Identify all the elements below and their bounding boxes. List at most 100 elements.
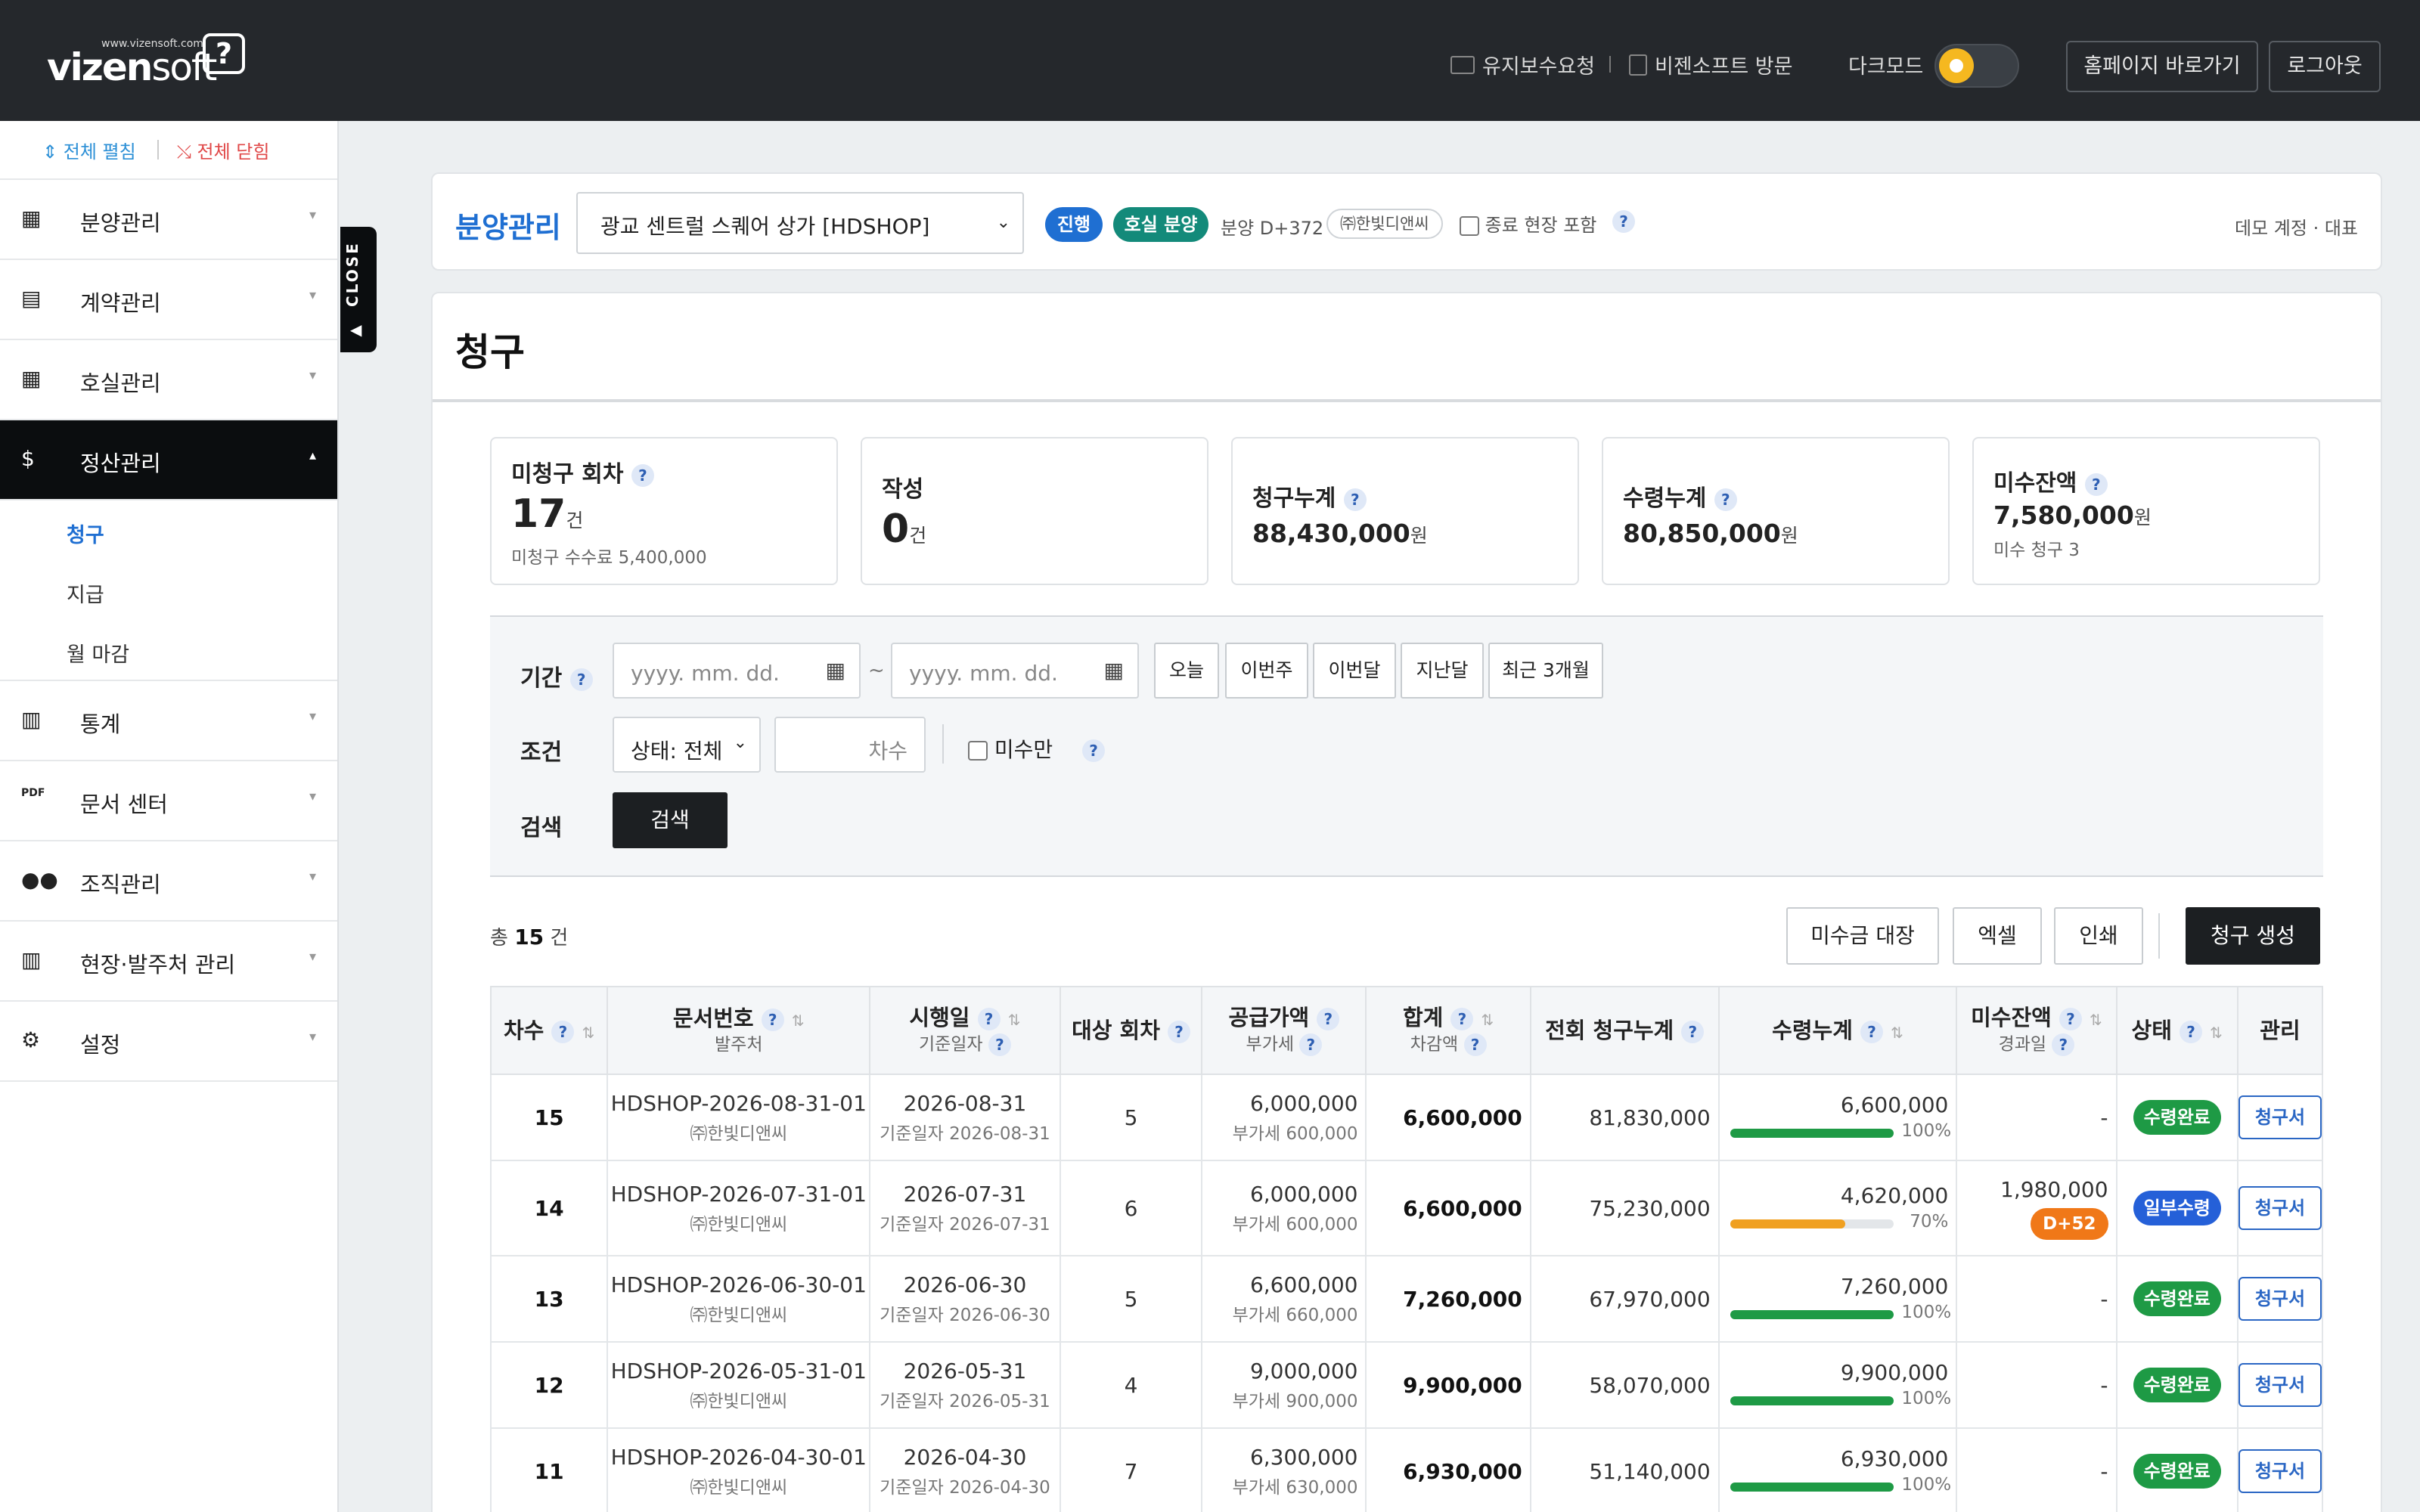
sidebar-subitem-payment[interactable]: 지급 (0, 560, 337, 620)
cell-supply: 6,600,000 부가세 660,000 (1201, 1255, 1367, 1343)
cell-manage: 청구서 (2236, 1427, 2324, 1512)
sidebar-item-organization[interactable]: ●● 조직관리 ▾ (0, 841, 337, 922)
help-icon[interactable]: ? (1343, 488, 1367, 511)
help-icon[interactable]: ? (2052, 1033, 2075, 1057)
col-round[interactable]: 차수 ? ⇅ (489, 986, 609, 1075)
arrears-ledger-button[interactable]: 미수금 대장 (1786, 907, 1939, 965)
darkmode-toggle[interactable] (1934, 44, 2019, 88)
sidebar-item-units[interactable]: ▦ 호실관리 ▾ (0, 340, 337, 420)
invoice-button[interactable]: 청구서 (2238, 1095, 2322, 1139)
help-icon[interactable]: ? (1450, 1007, 1474, 1030)
table-row[interactable]: 14 HDSHOP-2026-07-31-01 ㈜한빛디앤씨 2026-07-31 기준… (489, 1160, 2324, 1256)
table-row[interactable]: 15 HDSHOP-2026-08-31-01 ㈜한빛디앤씨 2026-08-31 기준… (489, 1074, 2324, 1161)
sidebar-item-settlement[interactable]: $ 정산관리 ▴ (0, 420, 337, 500)
help-icon[interactable]: ? (2084, 472, 2108, 496)
quick-3-months-button[interactable]: 최근 3개월 (1488, 643, 1603, 699)
unpaid-only-checkbox[interactable] (968, 741, 988, 761)
sidebar-subitem-billing[interactable]: 청구 (0, 500, 337, 560)
maintenance-request-link[interactable]: 유지보수요청 (1450, 50, 1595, 79)
help-icon[interactable]: ? (761, 1008, 784, 1031)
homepage-button[interactable]: 홈페이지 바로가기 (2066, 41, 2258, 92)
cell-target: 5 (1059, 1074, 1203, 1161)
site-select[interactable]: 광교 센트럴 스퀘어 상가 [HDSHOP] ⌄ (576, 192, 1024, 254)
cell-manage: 청구서 (2236, 1255, 2324, 1343)
invoice-button[interactable]: 청구서 (2238, 1363, 2322, 1407)
help-icon[interactable]: ? (1463, 1033, 1487, 1057)
invoice-button[interactable]: 청구서 (2238, 1449, 2322, 1493)
sidebar-close-tab[interactable]: CLOSE ◀ (340, 227, 377, 352)
help-icon[interactable]: ? (631, 463, 654, 487)
vizensoft-logo[interactable]: www.vizensoft.com vizensoft ? (47, 32, 251, 89)
round-input[interactable]: 차수 (774, 717, 926, 773)
site-header-panel: 분양관리 광교 센트럴 스퀘어 상가 [HDSHOP] ⌄ 진행 호실 분양 분… (431, 172, 2382, 271)
card-billed-total: 청구누계 ? 88,430,000원 (1231, 437, 1579, 585)
search-button[interactable]: 검색 (613, 792, 728, 848)
sidebar-item-contracts[interactable]: ▤ 계약관리 ▾ (0, 260, 337, 340)
invoice-button[interactable]: 청구서 (2238, 1277, 2322, 1321)
quick-today-button[interactable]: 오늘 (1154, 643, 1219, 699)
col-docno[interactable]: 문서번호 ? ⇅ 발주처 (607, 986, 871, 1075)
sidebar-subitem-month-close[interactable]: 월 마감 (0, 620, 337, 681)
col-outstanding[interactable]: 미수잔액 ? ⇅ 경과일 ? (1956, 986, 2118, 1075)
collapse-all-button[interactable]: ⤯ 전체 닫힘 (157, 137, 269, 163)
calendar-icon[interactable]: ▦ (1104, 658, 1124, 683)
cell-docno: HDSHOP-2026-08-31-01 ㈜한빛디앤씨 (607, 1074, 871, 1161)
cell-round: 11 (489, 1427, 609, 1512)
invoice-button[interactable]: 청구서 (2238, 1186, 2322, 1230)
start-date-input[interactable]: yyyy. mm. dd. ▦ (613, 643, 861, 699)
sidebar-item-documents[interactable]: PDF 문서 센터 ▾ (0, 761, 337, 841)
cell-docno: HDSHOP-2026-04-30-01 ㈜한빛디앤씨 (607, 1427, 871, 1512)
include-closed-checkbox[interactable] (1460, 216, 1479, 236)
help-icon[interactable]: ? (2180, 1020, 2203, 1043)
quick-this-week-button[interactable]: 이번주 (1225, 643, 1308, 699)
help-icon[interactable]: ? (1082, 739, 1106, 762)
help-icon[interactable]: ? (1168, 1020, 1191, 1043)
sidebar-item-statistics[interactable]: ▥ 통계 ▾ (0, 681, 337, 761)
table-row[interactable]: 13 HDSHOP-2026-06-30-01 ㈜한빛디앤씨 2026-06-30 기준… (489, 1255, 2324, 1343)
help-icon[interactable]: ? (1714, 488, 1737, 511)
unpaid-only-option[interactable]: 미수만 ? (968, 733, 1106, 764)
chevron-down-icon: ▾ (309, 949, 316, 965)
table-row[interactable]: 11 HDSHOP-2026-04-30-01 ㈜한빛디앤씨 2026-04-30 기준… (489, 1427, 2324, 1512)
status-select[interactable]: 상태: 전체 ⌄ (613, 717, 761, 773)
help-icon[interactable]: ? (988, 1033, 1011, 1057)
create-invoice-button[interactable]: 청구 생성 (2186, 907, 2320, 965)
table-row[interactable]: 12 HDSHOP-2026-05-31-01 ㈜한빛디앤씨 2026-05-31 기준… (489, 1341, 2324, 1429)
help-icon[interactable]: ? (2059, 1007, 2082, 1030)
expand-all-button[interactable]: ⇕ 전체 펼침 (42, 137, 136, 163)
cell-date: 2026-06-30 기준일자 2026-06-30 (869, 1255, 1061, 1343)
help-icon[interactable]: ? (1860, 1020, 1883, 1043)
excel-button[interactable]: 엑셀 (1953, 907, 2042, 965)
sort-icon: ⇅ (1891, 1023, 1903, 1042)
quick-this-month-button[interactable]: 이번달 (1313, 643, 1396, 699)
help-icon[interactable]: ? (1612, 210, 1635, 233)
help-icon[interactable]: ? (1299, 1033, 1323, 1057)
print-button[interactable]: 인쇄 (2054, 907, 2143, 965)
help-icon[interactable]: ? (1317, 1007, 1340, 1030)
col-sum[interactable]: 합계 ? ⇅ 차감액 ? (1365, 986, 1531, 1075)
received-progress-fill (1730, 1219, 1845, 1228)
include-closed-option[interactable]: 종료 현장 포함 (1460, 210, 1596, 237)
col-received[interactable]: 수령누계 ? ⇅ (1717, 986, 1958, 1075)
visit-vizensoft-link[interactable]: 비젠소프트 방문 (1629, 50, 1792, 79)
end-date-input[interactable]: yyyy. mm. dd. ▦ (891, 643, 1139, 699)
help-icon[interactable]: ? (569, 668, 593, 691)
help-icon[interactable]: ? (977, 1007, 1001, 1030)
sidebar-item-sites-clients[interactable]: ▥ 현장·발주처 관리 ▾ (0, 922, 337, 1002)
cell-target: 7 (1059, 1427, 1203, 1512)
logout-button[interactable]: 로그아웃 (2269, 41, 2381, 92)
status-badge: 수령완료 (2133, 1454, 2221, 1489)
calendar-icon[interactable]: ▦ (826, 658, 845, 683)
col-status[interactable]: 상태 ? ⇅ (2115, 986, 2238, 1075)
cell-status: 수령완료 (2115, 1255, 2238, 1343)
page-title: 청구 (455, 330, 525, 374)
help-icon[interactable]: ? (1681, 1020, 1705, 1043)
col-date[interactable]: 시행일 ? ⇅ 기준일자 ? (869, 986, 1061, 1075)
col-prev-total: 전회 청구누계 ? (1529, 986, 1720, 1075)
help-icon[interactable]: ? (551, 1020, 575, 1043)
sidebar-item-settings[interactable]: ⚙ 설정 ▾ (0, 1002, 337, 1082)
sidebar-item-sales[interactable]: ▦ 분양관리 ▾ (0, 180, 337, 260)
quick-last-month-button[interactable]: 지난달 (1401, 643, 1484, 699)
logo-question-icon: ? (203, 33, 245, 74)
card-draft: 작성 0건 (861, 437, 1208, 585)
